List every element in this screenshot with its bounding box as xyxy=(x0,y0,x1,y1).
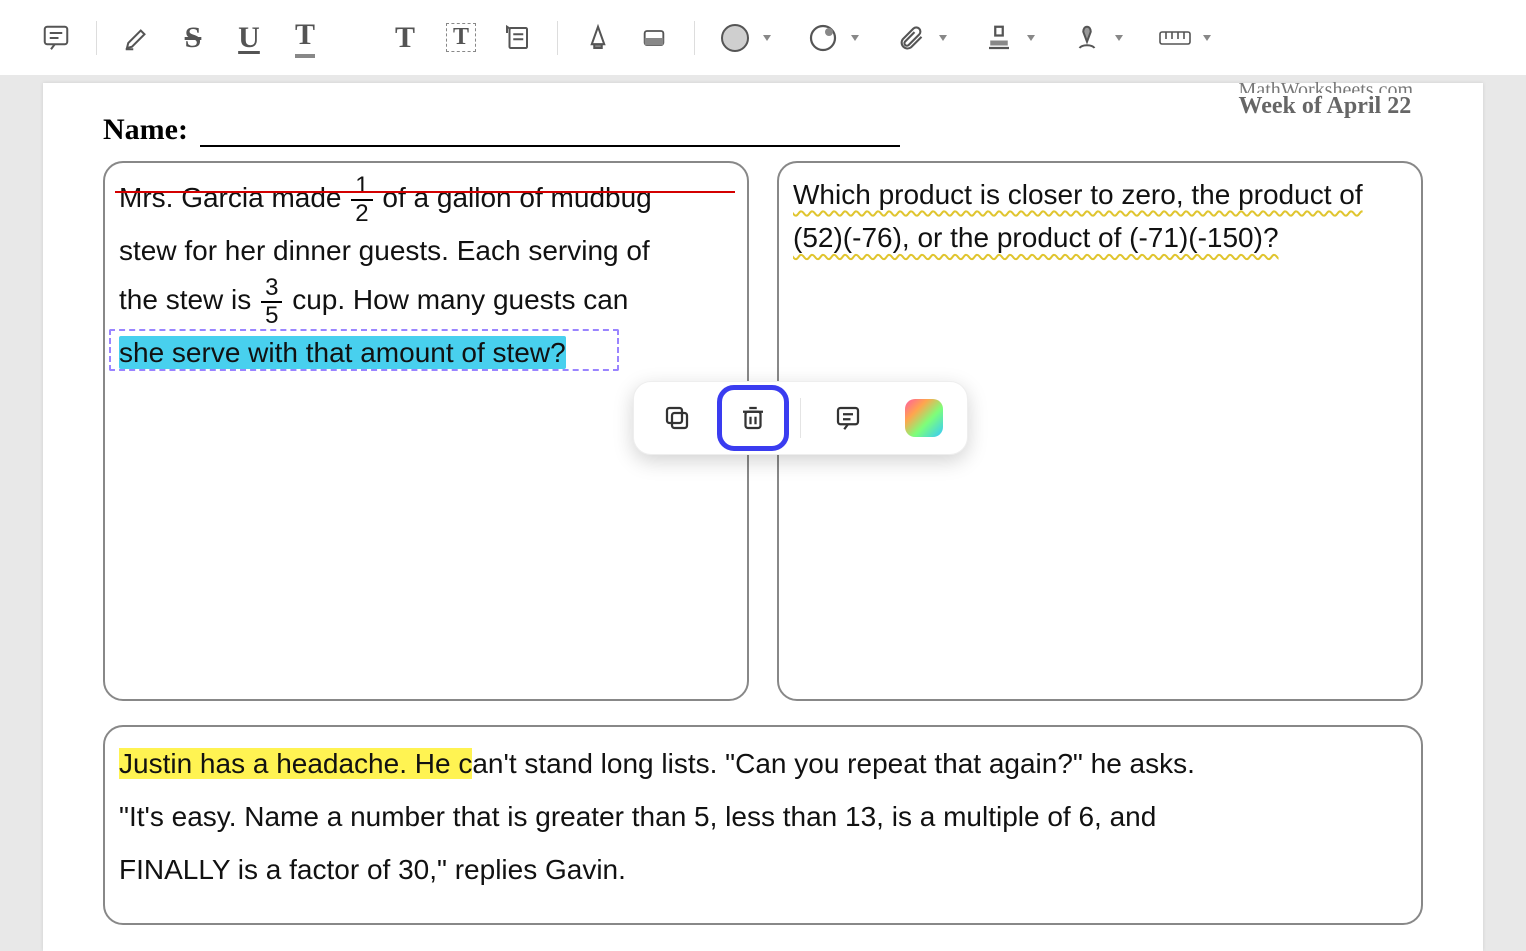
delete-button[interactable] xyxy=(724,392,782,444)
document-viewport[interactable]: MathWorksheets.com Week of April 22 Name… xyxy=(0,75,1526,951)
highlighter-tool[interactable] xyxy=(111,12,163,64)
strikethrough-tool[interactable]: S xyxy=(167,12,219,64)
separator xyxy=(557,21,558,55)
name-field-row: Name: xyxy=(103,113,1423,147)
strikethrough-letter: S xyxy=(185,21,202,55)
worksheet-page: MathWorksheets.com Week of April 22 Name… xyxy=(43,83,1483,951)
chevron-down-icon xyxy=(939,35,947,41)
annotation-toolbar: S U T T T xyxy=(0,0,1526,75)
insert-note-tool[interactable] xyxy=(491,12,543,64)
q3-text: Justin has a headache. He can't stand lo… xyxy=(119,737,1407,897)
copy-button[interactable] xyxy=(648,392,706,444)
textbox-tool[interactable]: T xyxy=(435,12,487,64)
squiggle-annotation[interactable]: Which product is closer to zero, the pro… xyxy=(793,179,1363,253)
chevron-down-icon xyxy=(1115,35,1123,41)
eraser-tool[interactable] xyxy=(628,12,680,64)
separator xyxy=(694,21,695,55)
site-label: MathWorksheets.com xyxy=(1239,79,1413,93)
week-label: Week of April 22 xyxy=(1239,93,1412,119)
note-button[interactable] xyxy=(819,392,877,444)
fraction-3-5: 35 xyxy=(261,276,282,328)
text-style-tool[interactable]: T xyxy=(279,12,331,64)
color-chip-icon xyxy=(905,399,943,437)
attachment-tool[interactable] xyxy=(885,12,947,64)
underline-letter: U xyxy=(238,21,260,55)
chevron-down-icon xyxy=(851,35,859,41)
name-label: Name: xyxy=(103,113,188,147)
shape-fill-tool[interactable] xyxy=(709,12,771,64)
font-letter: T xyxy=(395,21,415,55)
color-button[interactable] xyxy=(895,392,953,444)
highlight-annotation[interactable]: she serve with that amount of stew? xyxy=(119,336,566,369)
chevron-down-icon xyxy=(763,35,771,41)
chevron-down-icon xyxy=(1203,35,1211,41)
shape-outline-tool[interactable] xyxy=(797,12,859,64)
pencil-tool[interactable] xyxy=(572,12,624,64)
stamp-tool[interactable] xyxy=(973,12,1035,64)
chevron-down-icon xyxy=(1027,35,1035,41)
separator xyxy=(96,21,97,55)
text-style-letter: T xyxy=(295,18,315,58)
page-header: MathWorksheets.com Week of April 22 xyxy=(1239,83,1413,120)
annotation-context-menu xyxy=(633,381,968,455)
red-strikethrough-annotation[interactable] xyxy=(115,191,735,193)
signature-tool[interactable] xyxy=(1061,12,1123,64)
textbox-letter: T xyxy=(447,24,475,51)
fraction-1-2: 12 xyxy=(351,174,372,226)
font-tool[interactable]: T xyxy=(379,12,431,64)
q1-text: Mrs. Garcia made 12 of a gallon of mudbu… xyxy=(119,173,733,378)
separator xyxy=(800,398,801,438)
comment-tool[interactable] xyxy=(30,12,82,64)
underline-tool[interactable]: U xyxy=(223,12,275,64)
ruler-tool[interactable] xyxy=(1149,12,1211,64)
name-blank-line xyxy=(200,119,900,147)
yellow-highlight-annotation[interactable]: Justin has a headache. He c xyxy=(119,748,472,779)
question-box-3: Justin has a headache. He can't stand lo… xyxy=(103,725,1423,925)
